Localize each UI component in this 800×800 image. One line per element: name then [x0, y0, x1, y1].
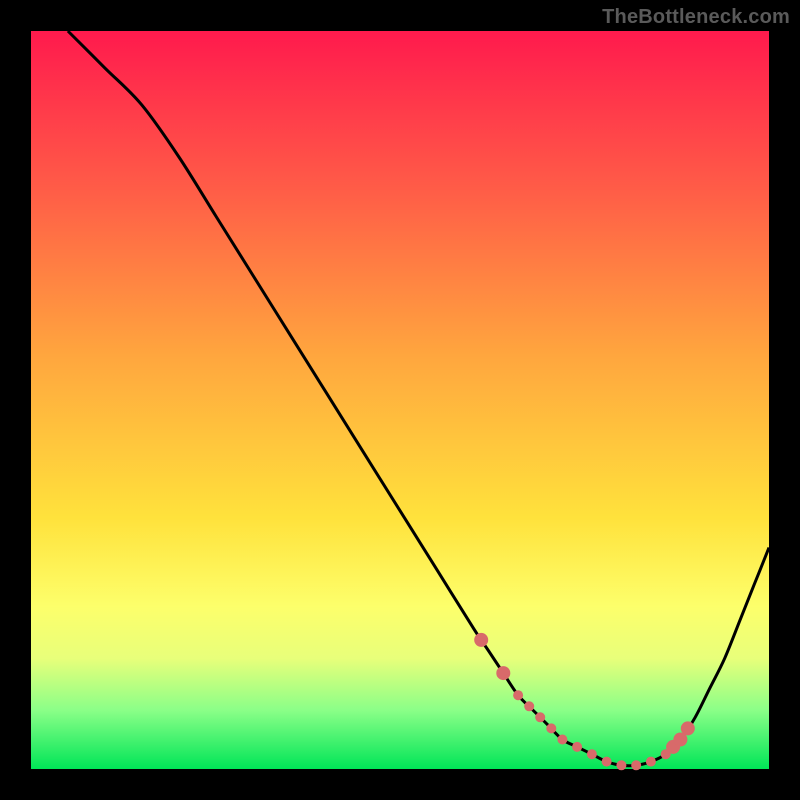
highlight-dot: [557, 735, 567, 745]
highlight-dot: [572, 742, 582, 752]
highlight-dot: [535, 712, 545, 722]
highlight-dot: [616, 760, 626, 770]
highlight-dot: [474, 633, 488, 647]
highlight-dot: [524, 701, 534, 711]
bottleneck-curve: [68, 31, 769, 766]
highlight-dot: [631, 760, 641, 770]
highlight-dot: [646, 757, 656, 767]
highlight-dot: [602, 757, 612, 767]
highlight-dot: [496, 666, 510, 680]
highlight-dot: [546, 723, 556, 733]
highlight-dot: [587, 749, 597, 759]
watermark-text: TheBottleneck.com: [602, 6, 790, 29]
highlight-dot: [513, 690, 523, 700]
bottleneck-curve-svg: [31, 31, 769, 769]
chart-plot-area: [31, 31, 769, 769]
highlight-dot: [681, 721, 695, 735]
